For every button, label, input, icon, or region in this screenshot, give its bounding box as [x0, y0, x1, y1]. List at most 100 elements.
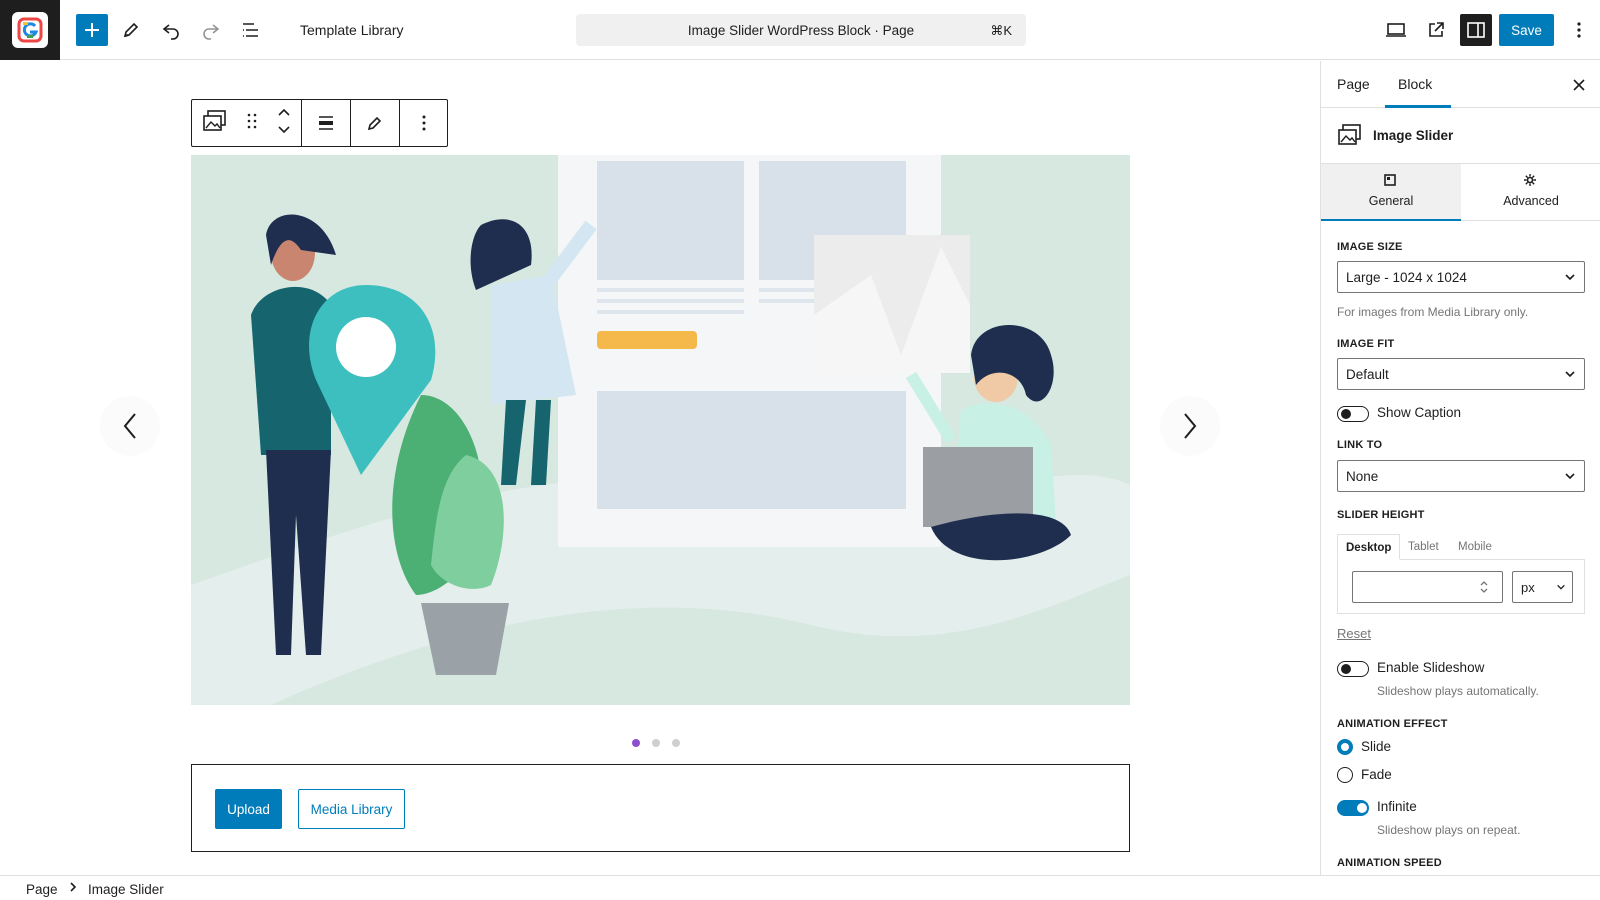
- slider-height-unit-select[interactable]: px: [1512, 571, 1573, 603]
- show-caption-label: Show Caption: [1377, 405, 1462, 420]
- site-logo-button[interactable]: [0, 0, 60, 60]
- image-size-help: For images from Media Library only.: [1337, 305, 1529, 319]
- slider-height-label: SLIDER HEIGHT: [1337, 509, 1425, 521]
- editor-header: Template Library Image Slider WordPress …: [0, 0, 1600, 60]
- tools-button[interactable]: [115, 14, 147, 46]
- chevron-down-icon: [1557, 584, 1565, 590]
- tab-advanced[interactable]: Advanced: [1461, 164, 1600, 221]
- plus-icon: [85, 23, 99, 37]
- infinite-label: Infinite: [1377, 799, 1417, 814]
- enable-slideshow-toggle[interactable]: [1337, 661, 1369, 677]
- device-tabs: Desktop Tablet Mobile: [1337, 534, 1585, 560]
- options-button[interactable]: [1563, 14, 1595, 46]
- breadcrumb-item-page[interactable]: Page: [26, 882, 58, 897]
- undo-button[interactable]: [155, 14, 187, 46]
- enable-slideshow-help: Slideshow plays automatically.: [1377, 684, 1539, 698]
- add-block-button[interactable]: [76, 14, 108, 46]
- illustration-image: [191, 155, 1130, 705]
- sidebar-tabs: Page Block: [1321, 61, 1600, 108]
- layout-icon: [1384, 174, 1396, 186]
- media-placeholder: Upload Media Library: [191, 764, 1130, 852]
- more-vertical-icon: [1577, 22, 1581, 38]
- spinner-arrows-icon[interactable]: [1479, 579, 1489, 595]
- close-icon: [1573, 79, 1585, 91]
- chevron-down-icon: [1565, 371, 1575, 378]
- save-button[interactable]: Save: [1499, 14, 1554, 46]
- desktop-icon: [1386, 23, 1406, 37]
- align-button[interactable]: [302, 100, 351, 146]
- tab-tablet[interactable]: Tablet: [1408, 534, 1439, 560]
- tab-desktop[interactable]: Desktop: [1337, 534, 1401, 560]
- tab-page[interactable]: Page: [1337, 76, 1370, 92]
- upload-button[interactable]: Upload: [215, 789, 282, 829]
- media-library-button[interactable]: Media Library: [298, 789, 405, 829]
- breadcrumb-item-image-slider[interactable]: Image Slider: [88, 882, 164, 897]
- previous-slide-button[interactable]: [100, 396, 160, 456]
- document-title: Image Slider WordPress Block · Page: [687, 23, 915, 38]
- link-to-value: None: [1346, 469, 1379, 484]
- infinite-help: Slideshow plays on repeat.: [1377, 823, 1521, 837]
- device-preview-button[interactable]: [1380, 14, 1412, 46]
- template-library-label[interactable]: Template Library: [300, 22, 404, 38]
- tab-mobile[interactable]: Mobile: [1458, 534, 1492, 560]
- radio-slide-label: Slide: [1361, 739, 1392, 754]
- image-fit-select[interactable]: Default: [1337, 358, 1585, 390]
- enable-slideshow-label: Enable Slideshow: [1377, 660, 1485, 675]
- drag-handle-icon[interactable]: [247, 113, 257, 134]
- block-toolbar: [191, 99, 448, 147]
- animation-speed-label: ANIMATION SPEED: [1337, 857, 1442, 869]
- tab-general-label: General: [1368, 194, 1414, 208]
- image-fit-value: Default: [1346, 367, 1389, 382]
- move-up-down-icon[interactable]: [277, 107, 291, 140]
- pencil-icon: [123, 22, 139, 38]
- redo-button[interactable]: [195, 14, 227, 46]
- block-options-button[interactable]: [400, 100, 447, 146]
- chevron-left-icon: [123, 413, 136, 439]
- infinite-toggle[interactable]: [1337, 800, 1369, 816]
- view-page-button[interactable]: [1420, 14, 1452, 46]
- block-mover-group: [192, 100, 302, 146]
- image-slider-block-icon[interactable]: [202, 109, 228, 138]
- slider-height-panel: px: [1337, 559, 1585, 614]
- chevron-right-icon: [1184, 413, 1197, 439]
- image-fit-label: IMAGE FIT: [1337, 338, 1395, 350]
- chevron-down-icon: [1565, 274, 1575, 281]
- gear-icon: [1524, 174, 1536, 186]
- settings-sidebar: Page Block Image Slider General Advanced…: [1320, 61, 1600, 875]
- animation-effect-label: ANIMATION EFFECT: [1337, 718, 1448, 730]
- tab-advanced-label: Advanced: [1503, 194, 1559, 208]
- next-slide-button[interactable]: [1160, 396, 1220, 456]
- command-palette-button[interactable]: Image Slider WordPress Block · Page ⌘K: [576, 14, 1026, 46]
- tab-general[interactable]: General: [1321, 164, 1461, 221]
- radio-slide[interactable]: [1337, 739, 1353, 755]
- document-overview-button[interactable]: [235, 14, 267, 46]
- align-wide-icon: [319, 116, 333, 130]
- reset-button[interactable]: Reset: [1337, 626, 1371, 641]
- inspector-tabs: General Advanced: [1321, 164, 1600, 221]
- edit-button[interactable]: [351, 100, 400, 146]
- image-size-value: Large - 1024 x 1024: [1346, 270, 1467, 285]
- block-name: Image Slider: [1373, 128, 1454, 143]
- radio-fade[interactable]: [1337, 767, 1353, 783]
- chevron-right-icon: [69, 881, 77, 896]
- slide-dot-2[interactable]: [652, 739, 660, 747]
- image-slider-block-icon: [1337, 123, 1363, 152]
- site-logo-icon: [12, 12, 48, 48]
- tab-block[interactable]: Block: [1398, 76, 1432, 92]
- external-link-icon: [1429, 22, 1444, 37]
- editor-canvas: Upload Media Library: [0, 61, 1320, 875]
- link-to-label: LINK TO: [1337, 439, 1383, 451]
- settings-toggle-button[interactable]: [1460, 14, 1492, 46]
- show-caption-toggle[interactable]: [1337, 406, 1369, 422]
- image-size-label: IMAGE SIZE: [1337, 241, 1403, 253]
- unit-value: px: [1521, 580, 1535, 595]
- image-size-select[interactable]: Large - 1024 x 1024: [1337, 261, 1585, 293]
- list-view-icon: [243, 23, 258, 37]
- slide-dot-1[interactable]: [632, 739, 640, 747]
- more-vertical-icon: [422, 115, 425, 131]
- close-sidebar-button[interactable]: [1567, 73, 1591, 97]
- breadcrumb: Page Image Slider: [0, 875, 1600, 900]
- pencil-icon: [367, 116, 382, 131]
- link-to-select[interactable]: None: [1337, 460, 1585, 492]
- slide-dot-3[interactable]: [672, 739, 680, 747]
